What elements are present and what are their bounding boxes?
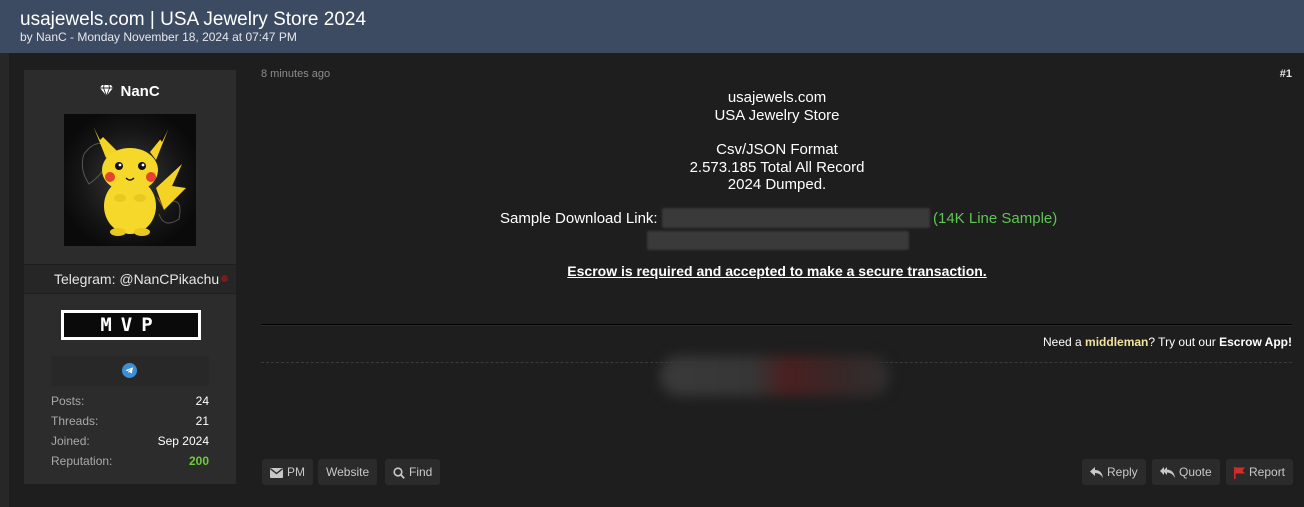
- envelope-icon: [270, 467, 283, 478]
- post-timestamp: 8 minutes ago: [261, 68, 331, 80]
- records-line: 2.573.185 Total All Record: [689, 158, 865, 176]
- thread-meta: by NanC - Monday November 18, 2024 at 07…: [20, 30, 297, 44]
- rank-badge: MVP: [61, 310, 201, 340]
- stat-joined: Joined: Sep 2024: [51, 434, 209, 454]
- sample-label: Sample Download Link:: [500, 210, 658, 227]
- contact-bar: [51, 356, 209, 386]
- post-divider: [261, 324, 1292, 326]
- user-card: NanC: [24, 70, 236, 264]
- stat-value: 21: [195, 414, 209, 428]
- reputation-value[interactable]: 200: [189, 454, 209, 468]
- diamond-icon: [100, 83, 117, 100]
- find-button[interactable]: Find: [385, 459, 441, 485]
- stat-label: Joined:: [51, 434, 90, 448]
- search-icon: [393, 467, 405, 479]
- redacted-link-2[interactable]: [647, 231, 909, 250]
- middleman-middle: ? Try out our: [1148, 335, 1220, 349]
- website-button[interactable]: Website: [318, 459, 378, 485]
- quote-label: Quote: [1179, 465, 1212, 479]
- website-label: Website: [326, 465, 370, 479]
- telegram-icon[interactable]: [122, 363, 137, 378]
- report-label: Report: [1249, 465, 1286, 479]
- stat-label: Threads:: [51, 414, 99, 428]
- thread-header: usajewels.com | USA Jewelry Store 2024 b…: [0, 0, 1304, 53]
- reply-button[interactable]: Reply: [1082, 459, 1146, 485]
- stat-threads: Threads: 21: [51, 414, 209, 434]
- middleman-banner: Need a middleman? Try out our Escrow App…: [1043, 335, 1292, 349]
- reply-label: Reply: [1107, 465, 1138, 479]
- site-line: usajewels.com: [727, 89, 827, 106]
- pm-button[interactable]: PM: [262, 459, 313, 485]
- username-label: NanC: [120, 83, 160, 100]
- telegram-handle: Telegram: @NanCPikachu: [54, 271, 220, 287]
- offline-status-icon: [221, 275, 228, 282]
- sample-note[interactable]: (14K Line Sample): [933, 210, 1057, 227]
- middleman-link[interactable]: middleman: [1085, 335, 1148, 349]
- quote-button[interactable]: Quote: [1152, 459, 1220, 485]
- avatar[interactable]: [64, 114, 196, 246]
- left-stripe: [0, 53, 9, 507]
- pm-label: PM: [287, 465, 305, 479]
- stat-posts: Posts: 24: [51, 394, 209, 414]
- escrow-app-link[interactable]: Escrow App!: [1219, 335, 1292, 349]
- stat-label: Posts:: [51, 394, 85, 408]
- sample-download: Sample Download Link:: [500, 210, 658, 227]
- format-line: Csv/JSON Format: [716, 141, 838, 158]
- report-button[interactable]: Report: [1226, 459, 1294, 485]
- flag-icon: [1234, 466, 1245, 479]
- quote-reply-icon: [1160, 467, 1175, 479]
- dumped-line: 2024 Dumped.: [727, 176, 827, 193]
- post-heading: usajewels.com USA Jewelry Store: [562, 89, 992, 124]
- user-stats: Posts: 24 Threads: 21 Joined: Sep 2024 R…: [51, 394, 209, 474]
- stat-label: Reputation:: [51, 454, 113, 468]
- redacted-link[interactable]: [662, 208, 930, 228]
- thread-title[interactable]: usajewels.com | USA Jewelry Store 2024: [20, 9, 366, 31]
- telegram-row: Telegram: @NanCPikachu: [24, 265, 236, 293]
- stat-reputation: Reputation: 200: [51, 454, 209, 474]
- store-line: USA Jewelry Store: [714, 106, 840, 124]
- post-details: Csv/JSON Format 2.573.185 Total All Reco…: [562, 141, 992, 194]
- middleman-prefix: Need a: [1043, 335, 1086, 349]
- blurred-signature: [660, 356, 890, 396]
- username[interactable]: NanC: [24, 83, 236, 100]
- post-number[interactable]: #1: [1270, 68, 1292, 80]
- stat-value: 24: [195, 394, 209, 408]
- find-label: Find: [409, 465, 433, 479]
- reply-icon: [1090, 467, 1103, 479]
- stat-value: Sep 2024: [157, 434, 209, 448]
- user-details: MVP Posts: 24 Threads: 21 Joined: Sep 20…: [24, 294, 236, 484]
- escrow-notice: Escrow is required and accepted to make …: [567, 263, 987, 279]
